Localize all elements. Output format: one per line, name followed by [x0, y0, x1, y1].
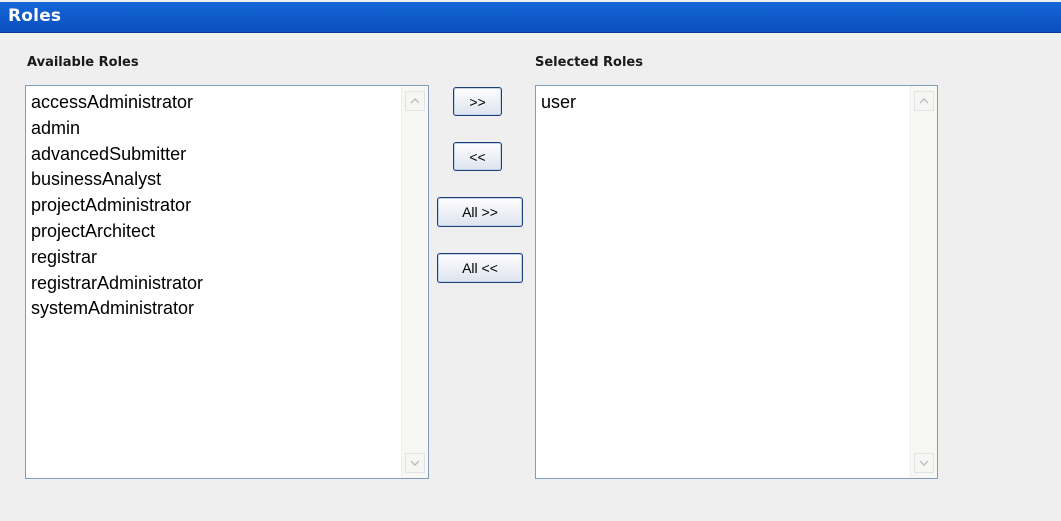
- available-roles-list[interactable]: accessAdministrator admin advancedSubmitte…: [25, 85, 429, 479]
- selected-roles-scrollbar[interactable]: [910, 86, 937, 478]
- list-item[interactable]: businessAnalyst: [31, 167, 203, 193]
- add-all-roles-button[interactable]: All >>: [437, 197, 523, 227]
- roles-header: Roles: [0, 2, 1061, 33]
- list-item[interactable]: accessAdministrator: [31, 90, 203, 116]
- available-roles-label: Available Roles: [27, 55, 139, 70]
- chevron-down-icon: [919, 460, 929, 466]
- list-item[interactable]: advancedSubmitter: [31, 142, 203, 168]
- selected-roles-items: user: [541, 90, 576, 116]
- available-roles-items: accessAdministrator admin advancedSubmitte…: [31, 90, 203, 322]
- roles-panel: Roles Available Roles Selected Roles acc…: [0, 0, 1061, 521]
- list-item[interactable]: admin: [31, 116, 203, 142]
- selected-roles-label: Selected Roles: [535, 55, 643, 70]
- list-item[interactable]: projectAdministrator: [31, 193, 203, 219]
- chevron-up-icon: [410, 98, 420, 104]
- scroll-up-button[interactable]: [914, 91, 934, 111]
- available-roles-scrollbar[interactable]: [401, 86, 428, 478]
- scroll-down-button[interactable]: [914, 453, 934, 473]
- remove-role-button[interactable]: <<: [453, 142, 502, 171]
- list-item[interactable]: registrar: [31, 245, 203, 271]
- list-item[interactable]: user: [541, 90, 576, 116]
- list-item[interactable]: projectArchitect: [31, 219, 203, 245]
- selected-roles-list[interactable]: user: [535, 85, 938, 479]
- scroll-down-button[interactable]: [405, 453, 425, 473]
- add-role-button[interactable]: >>: [453, 87, 502, 116]
- remove-all-roles-button[interactable]: All <<: [437, 253, 523, 283]
- chevron-down-icon: [410, 460, 420, 466]
- chevron-up-icon: [919, 98, 929, 104]
- list-item[interactable]: registrarAdministrator: [31, 271, 203, 297]
- list-item[interactable]: systemAdministrator: [31, 296, 203, 322]
- scroll-up-button[interactable]: [405, 91, 425, 111]
- roles-title: Roles: [8, 6, 62, 26]
